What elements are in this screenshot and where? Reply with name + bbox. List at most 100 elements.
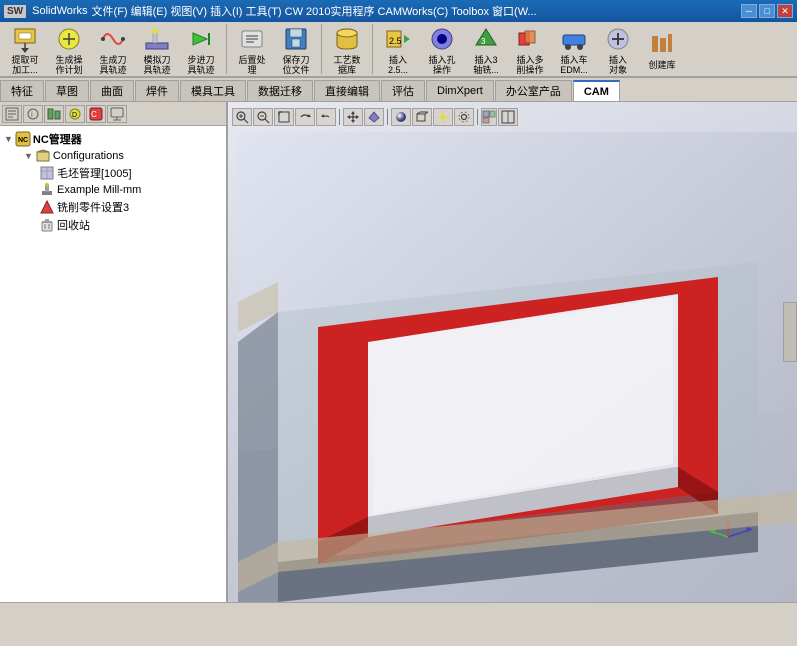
tree-node-examplemill[interactable]: Example Mill-mm [4,182,222,198]
minimize-button[interactable]: ─ [741,4,757,18]
panel-btn-display[interactable] [107,105,127,123]
insertcar-label: 插入车EDM... [560,56,588,76]
vp-light[interactable] [433,108,453,126]
insert3axis-icon: 3 [470,23,502,55]
vp-undo[interactable] [316,108,336,126]
svg-text:C: C [91,110,97,119]
toolbar-insertcar[interactable]: 插入车EDM... [553,23,595,76]
tab-dimxpert[interactable]: DimXpert [426,80,494,101]
panel-toolbar: i D C [0,102,226,126]
maximize-button[interactable]: □ [759,4,775,18]
panel-btn-featuretree[interactable] [2,105,22,123]
tab-surface[interactable]: 曲面 [90,80,134,101]
createlibrary-icon [646,28,678,60]
tree-node-recycle[interactable]: 回收站 [4,216,222,234]
step-icon [185,23,217,55]
tab-weld[interactable]: 焊件 [135,80,179,101]
insert25-label: 插入2.5... [388,56,408,76]
tree-node-millsetup[interactable]: 铣削零件设置3 [4,198,222,216]
tree-node-examplemill-label: Example Mill-mm [57,184,141,196]
tree-panel: ▼ NC NC管理器 ▼ Configurations [0,126,226,238]
svg-text:i: i [31,110,33,119]
left-panel: i D C ▼ NC NC管理器 [0,102,228,602]
tree-node-configurations-label: Configurations [53,150,124,162]
vp-pan[interactable] [343,108,363,126]
vp-rotate[interactable] [295,108,315,126]
panel-btn-configmanager[interactable] [44,105,64,123]
toolbar-postprocess[interactable]: 后置处理 [231,23,273,76]
insert-label: 插入对象 [609,56,627,76]
tree-node-configurations[interactable]: ▼ Configurations [4,148,222,164]
panel-btn-propertymanager[interactable]: i [23,105,43,123]
panel-btn-dimxpertmanager[interactable]: D [65,105,85,123]
panel-btn-camtree[interactable]: C [86,105,106,123]
vp-sep3 [477,109,478,125]
vp-fit[interactable] [274,108,294,126]
tree-root-nc[interactable]: ▼ NC NC管理器 [4,130,222,148]
toolbar-generate-ops[interactable]: 生成操作计划 [48,23,90,76]
status-bar [0,602,797,626]
toolbar-sep3 [372,24,373,74]
toolbar-database[interactable]: 工艺数据库 [326,23,368,76]
vp-zoom-out[interactable] [253,108,273,126]
tab-directedit[interactable]: 直接编辑 [314,80,380,101]
inserthole-icon [426,23,458,55]
toolbar-insertmulti[interactable]: 插入多削操作 [509,23,551,76]
toolbar-extract[interactable]: 提取可加工... [4,23,46,76]
millsetup-icon [40,200,54,214]
generate-ops-label: 生成操作计划 [55,56,82,76]
tab-features[interactable]: 特征 [0,80,44,101]
tab-sketch[interactable]: 草图 [45,80,89,101]
app-logo: SW [4,5,26,18]
toolbar-insert3axis[interactable]: 3 插入3轴铣... [465,23,507,76]
vp-settings[interactable] [454,108,474,126]
close-button[interactable]: ✕ [777,4,793,18]
vp-sep1 [339,109,340,125]
configurations-icon [36,149,50,163]
tree-node-stock[interactable]: 毛坯管理[1005] [4,164,222,182]
insert3axis-label: 插入3轴铣... [473,56,499,76]
vp-view2[interactable] [498,108,518,126]
vp-view1[interactable] [481,108,497,126]
vp-zoom-in[interactable] [232,108,252,126]
tab-evaluate[interactable]: 评估 [381,80,425,101]
database-icon [331,23,363,55]
toolbar-save[interactable]: 保存刀位文件 [275,23,317,76]
toolbar-insert[interactable]: 插入对象 [597,23,639,76]
content-area: i D C ▼ NC NC管理器 [0,102,797,602]
svg-text:D: D [72,112,77,119]
tree-root-expand: ▼ [4,134,13,144]
recycle-icon [40,218,54,232]
vp-shading[interactable] [391,108,411,126]
toolbar-createlibrary[interactable]: 创建库 [641,28,683,71]
tab-mold[interactable]: 模具工具 [180,80,246,101]
tab-datamigration[interactable]: 数据迁移 [247,80,313,101]
generate-path-icon [97,23,129,55]
save-label: 保存刀位文件 [282,56,309,76]
tab-cam[interactable]: CAM [573,80,620,101]
toolbar-inserthole[interactable]: 插入孔操作 [421,23,463,76]
toolbar-sep2 [321,24,322,74]
main-toolbar: 提取可加工... 生成操作计划 生成刀具轨迹 模拟刀具轨迹 步进刀具轨迹 后置处… [0,22,797,78]
svg-text:NC: NC [18,137,28,144]
extract-icon [9,23,41,55]
vp-wireframe[interactable] [412,108,432,126]
toolbar-insert25[interactable]: 2.5 插入2.5... [377,23,419,76]
step-label: 步进刀具轨迹 [187,56,214,76]
toolbar-generate-path[interactable]: 生成刀具轨迹 [92,23,134,76]
simulate-label: 模拟刀具轨迹 [143,56,170,76]
database-label: 工艺数据库 [333,56,360,76]
toolbar-simulate[interactable]: 模拟刀具轨迹 [136,23,178,76]
tab-office[interactable]: 办公室产品 [495,80,572,101]
tree-node-millsetup-label: 铣削零件设置3 [57,199,129,215]
generate-path-label: 生成刀具轨迹 [99,56,126,76]
vp-display1[interactable] [364,108,384,126]
app-title: SolidWorks [32,5,87,17]
tree-root-label: NC管理器 [33,131,82,147]
scroll-handle[interactable] [783,302,797,362]
insertcar-icon [558,23,590,55]
toolbar-step[interactable]: 步进刀具轨迹 [180,23,222,76]
simulate-icon [141,23,173,55]
insertmulti-icon [514,23,546,55]
insert-icon [602,23,634,55]
